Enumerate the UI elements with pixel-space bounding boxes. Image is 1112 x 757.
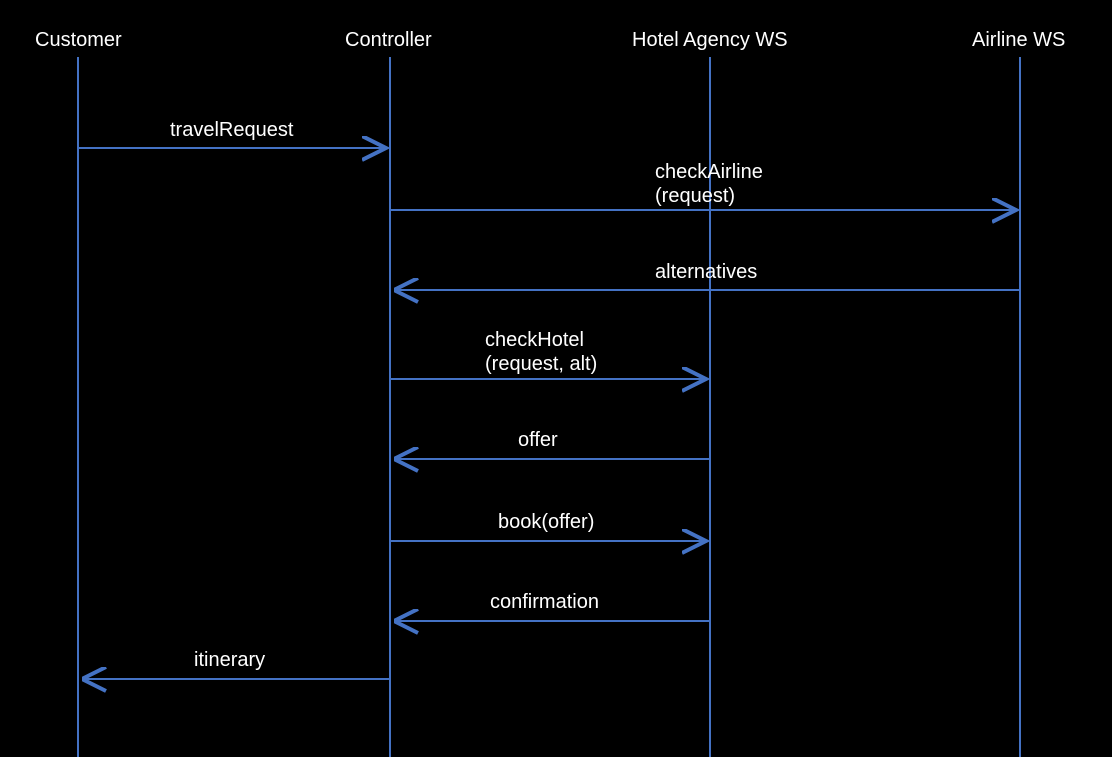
msg-itinerary: itinerary: [194, 648, 265, 672]
participant-hotel: Hotel Agency WS: [632, 28, 788, 52]
msg-check-hotel: checkHotel (request, alt): [485, 328, 597, 376]
msg-book: book(offer): [498, 510, 594, 534]
msg-offer: offer: [518, 428, 558, 452]
participant-controller: Controller: [345, 28, 432, 52]
participant-customer: Customer: [35, 28, 122, 52]
sequence-diagram: [0, 0, 1112, 757]
msg-travel-request: travelRequest: [170, 118, 293, 142]
msg-confirmation: confirmation: [490, 590, 599, 614]
msg-check-airline: checkAirline (request): [655, 160, 763, 208]
participant-airline: Airline WS: [972, 28, 1065, 52]
msg-alternatives: alternatives: [655, 260, 757, 284]
